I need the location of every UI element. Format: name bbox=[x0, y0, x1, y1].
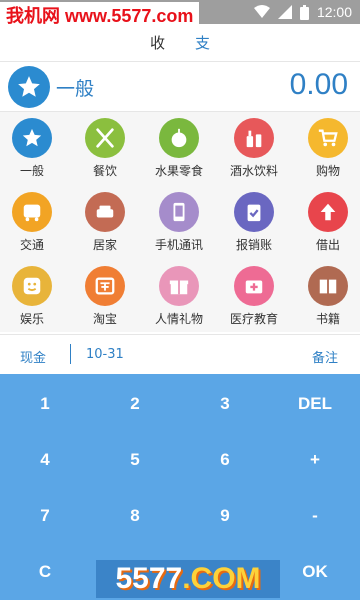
key-5[interactable]: 5 bbox=[90, 432, 180, 488]
category-medical[interactable]: 医疗教育 bbox=[222, 266, 286, 338]
category-fruit-snacks[interactable]: 水果零食 bbox=[147, 118, 211, 190]
entry-meta-row: 现金 10-31 备注 bbox=[0, 334, 360, 374]
category-taobao[interactable]: 淘宝 bbox=[73, 266, 137, 338]
category-dining[interactable]: 餐饮 bbox=[73, 118, 137, 190]
key-delete[interactable]: DEL bbox=[270, 376, 360, 432]
status-icons: 12:00 bbox=[253, 0, 352, 24]
category-label: 淘宝 bbox=[92, 312, 117, 326]
category-label: 借出 bbox=[315, 238, 340, 252]
category-label: 报销账 bbox=[235, 238, 272, 252]
category-circle bbox=[12, 118, 52, 158]
category-label: 手机通讯 bbox=[154, 238, 203, 252]
category-transport[interactable]: 交通 bbox=[0, 192, 64, 264]
category-books[interactable]: 书籍 bbox=[296, 266, 360, 338]
category-label: 餐饮 bbox=[92, 164, 117, 178]
category-circle bbox=[85, 118, 125, 158]
selected-category-name: 一般 bbox=[56, 78, 95, 100]
wifi-icon bbox=[253, 5, 270, 18]
date-selector[interactable]: 10-31 bbox=[86, 347, 124, 362]
category-circle bbox=[85, 266, 125, 306]
category-circle bbox=[159, 266, 199, 306]
tab-income[interactable]: 收 bbox=[144, 28, 171, 57]
category-phone[interactable]: 手机通讯 bbox=[147, 192, 211, 264]
category-circle bbox=[308, 266, 348, 306]
type-tabs: 收 支 bbox=[0, 24, 360, 62]
smile-icon bbox=[23, 277, 41, 295]
category-entertainment[interactable]: 娱乐 bbox=[0, 266, 64, 338]
account-selector[interactable]: 现金 bbox=[20, 347, 46, 366]
key-ok[interactable]: OK bbox=[270, 544, 360, 600]
battery-icon bbox=[299, 4, 309, 20]
category-circle bbox=[308, 118, 348, 158]
taobao-icon bbox=[95, 277, 115, 295]
category-circle bbox=[85, 192, 125, 232]
status-time: 12:00 bbox=[316, 4, 352, 20]
category-label: 购物 bbox=[315, 164, 340, 178]
divider bbox=[70, 344, 71, 364]
phone-icon bbox=[173, 202, 185, 222]
apple-icon bbox=[171, 128, 187, 148]
watermark-prefix: 5577 bbox=[115, 562, 183, 595]
category-gifts[interactable]: 人情礼物 bbox=[147, 266, 211, 338]
key-6[interactable]: 6 bbox=[180, 432, 270, 488]
category-label: 水果零食 bbox=[154, 164, 203, 178]
category-shopping[interactable]: 购物 bbox=[296, 118, 360, 190]
watermark-suffix: .COM bbox=[182, 562, 261, 595]
category-circle bbox=[234, 266, 274, 306]
category-circle bbox=[159, 192, 199, 232]
watermark-bottom: 5577.COM bbox=[96, 560, 280, 598]
tab-expense[interactable]: 支 bbox=[189, 28, 216, 57]
sofa-icon bbox=[96, 205, 114, 218]
key-8[interactable]: 8 bbox=[90, 488, 180, 544]
signal-icon bbox=[277, 5, 292, 19]
note-button[interactable]: 备注 bbox=[312, 347, 338, 366]
bus-icon bbox=[23, 204, 41, 222]
category-label: 一般 bbox=[19, 164, 44, 178]
bottle-icon bbox=[246, 130, 262, 148]
key-4[interactable]: 4 bbox=[0, 432, 90, 488]
key-plus[interactable]: + bbox=[270, 432, 360, 488]
clipboard-icon bbox=[247, 204, 261, 222]
category-home[interactable]: 居家 bbox=[73, 192, 137, 264]
category-drinks[interactable]: 酒水饮料 bbox=[222, 118, 286, 190]
category-reimburse[interactable]: 报销账 bbox=[222, 192, 286, 264]
category-circle bbox=[234, 192, 274, 232]
arrow-up-icon bbox=[320, 203, 336, 221]
gift-icon bbox=[169, 280, 189, 295]
category-circle bbox=[308, 192, 348, 232]
cart-icon bbox=[318, 129, 338, 147]
category-label: 人情礼物 bbox=[154, 312, 203, 326]
category-circle bbox=[234, 118, 274, 158]
fork-knife-icon bbox=[96, 128, 114, 148]
category-label: 书籍 bbox=[315, 312, 340, 326]
category-grid: 一般 餐饮 水果零食 酒水饮料 购物 交通 居家 手机通讯 报销账 借出 娱乐 … bbox=[0, 112, 360, 332]
category-general[interactable]: 一般 bbox=[0, 118, 64, 190]
star-icon bbox=[18, 76, 40, 97]
key-7[interactable]: 7 bbox=[0, 488, 90, 544]
key-9[interactable]: 9 bbox=[180, 488, 270, 544]
category-lend[interactable]: 借出 bbox=[296, 192, 360, 264]
key-1[interactable]: 1 bbox=[0, 376, 90, 432]
category-circle bbox=[12, 266, 52, 306]
selected-category-icon bbox=[8, 66, 50, 108]
entry-summary: 一般 0.00 bbox=[0, 62, 360, 112]
medkit-icon bbox=[245, 280, 263, 294]
category-label: 酒水饮料 bbox=[229, 164, 278, 178]
category-circle bbox=[12, 192, 52, 232]
category-label: 医疗教育 bbox=[229, 312, 278, 326]
star-icon bbox=[22, 128, 42, 147]
category-label: 居家 bbox=[92, 238, 117, 252]
category-label: 交通 bbox=[19, 238, 44, 252]
key-2[interactable]: 2 bbox=[90, 376, 180, 432]
key-3[interactable]: 3 bbox=[180, 376, 270, 432]
book-icon bbox=[319, 279, 337, 294]
amount-display[interactable]: 0.00 bbox=[290, 68, 348, 102]
category-label: 娱乐 bbox=[19, 312, 44, 326]
key-clear[interactable]: C bbox=[0, 544, 90, 600]
key-minus[interactable]: - bbox=[270, 488, 360, 544]
category-circle bbox=[159, 118, 199, 158]
